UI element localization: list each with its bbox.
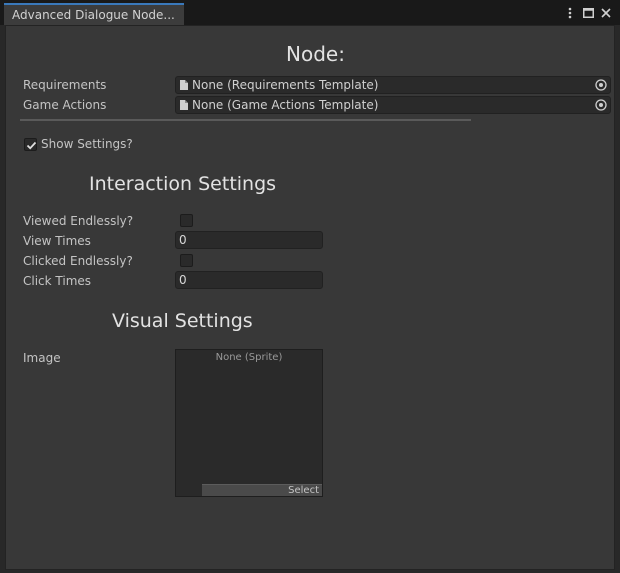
click-times-label: Click Times (23, 274, 92, 288)
requirements-field[interactable]: None (Requirements Template) (175, 76, 611, 94)
separator (20, 119, 471, 121)
game-actions-label: Game Actions (23, 98, 107, 112)
view-times-field[interactable]: 0 (175, 231, 323, 249)
click-times-field[interactable]: 0 (175, 271, 323, 289)
game-actions-field[interactable]: None (Game Actions Template) (175, 96, 611, 114)
visual-settings-heading: Visual Settings (112, 310, 253, 332)
game-actions-value: None (Game Actions Template) (192, 98, 379, 112)
node-heading: Node: (286, 42, 345, 66)
requirements-value: None (Requirements Template) (192, 78, 379, 92)
tab-bar: Advanced Dialogue Node... (0, 0, 620, 25)
checkmark-icon (26, 141, 37, 150)
document-icon (180, 100, 188, 110)
viewed-endlessly-label: Viewed Endlessly? (23, 214, 134, 228)
requirements-label: Requirements (23, 78, 107, 92)
window-tab[interactable]: Advanced Dialogue Node... (4, 3, 184, 25)
document-icon (180, 80, 188, 90)
sprite-select-button[interactable]: Select (202, 484, 322, 496)
object-picker-icon[interactable] (594, 78, 608, 92)
clicked-endlessly-checkbox[interactable] (180, 254, 193, 267)
show-settings-checkbox[interactable] (24, 138, 37, 151)
sprite-value: None (Sprite) (215, 352, 283, 363)
interaction-settings-heading: Interaction Settings (89, 173, 277, 195)
close-icon[interactable] (600, 5, 612, 21)
view-times-label: View Times (23, 234, 91, 248)
sprite-field[interactable]: None (Sprite) Select (175, 349, 323, 497)
inspector-content: Node: Requirements None (Requirements Te… (5, 25, 615, 570)
editor-window: Advanced Dialogue Node... Node: Requirem… (0, 0, 620, 573)
show-settings-label: Show Settings? (41, 137, 133, 151)
window-controls (564, 4, 612, 22)
viewed-endlessly-checkbox[interactable] (180, 214, 193, 227)
clicked-endlessly-label: Clicked Endlessly? (23, 254, 133, 268)
object-picker-icon[interactable] (594, 98, 608, 112)
image-label: Image (23, 351, 61, 365)
maximize-icon[interactable] (582, 5, 594, 21)
more-icon[interactable] (564, 5, 576, 21)
